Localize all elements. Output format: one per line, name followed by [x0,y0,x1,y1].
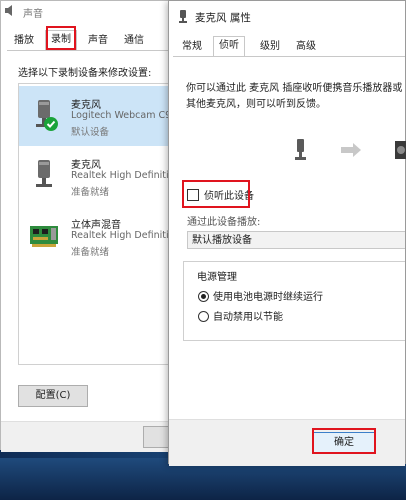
list-item-device[interactable]: 立体声混音 Realtek High Definitic 准备就绪 [19,206,175,266]
device-status: 准备就绪 [71,187,110,198]
device-detail: Logitech Webcam C9 [71,110,172,121]
tab-sounds[interactable]: 声音 [83,32,113,50]
device-status: 准备就绪 [71,247,110,258]
listen-description: 你可以通过此 麦克风 插座收听便携音乐播放器或其他麦克风，则可以听到反馈。 [186,83,403,110]
properties-tabs: 常规 侦听 级别 高级 [173,36,405,56]
ok-button[interactable]: 确定 [313,432,375,454]
power-option-auto-disable[interactable]: 自动禁用以节能 [198,308,283,323]
device-status: 默认设备 [71,127,110,138]
power-option-continue[interactable]: 使用电池电源时继续运行 [198,288,323,303]
device-name: 麦克风 [71,160,101,171]
tab-communications[interactable]: 通信 [119,32,149,50]
circuit-board-icon [30,226,58,247]
device-name: 麦克风 [71,100,101,111]
list-item-device[interactable]: 麦克风 Realtek High Definitic 准备就绪 [19,146,175,206]
recording-device-list[interactable]: 麦克风 Logitech Webcam C9 默认设备 麦克风 Realtek … [18,83,175,365]
playback-device-label: 通过此设备播放: [187,217,261,228]
device-detail: Realtek High Definitic [71,230,174,241]
listen-checkbox-label: 侦听此设备 [204,191,254,202]
sound-tabs: 播放 录制 声音 通信 [7,30,175,50]
microphone-icon [295,139,306,160]
playback-device-select[interactable]: 默认播放设备 [187,231,405,249]
listen-diagram [295,139,406,160]
radio-label: 使用电池电源时继续运行 [213,292,323,303]
speaker-icon [395,141,406,159]
sound-window-footer [1,421,183,452]
listen-checkbox-row[interactable]: 侦听此设备 [187,187,254,202]
device-name: 立体声混音 [71,220,121,231]
power-group-title: 电源管理 [194,268,240,283]
tab-listen[interactable]: 侦听 [213,36,245,56]
sound-window-titlebar: 声音 [1,1,175,21]
microphone-properties-window: 麦克风 属性 常规 侦听 级别 高级 你可以通过此 麦克风 插座收听便携音乐播放… [168,0,406,466]
tab-divider [173,56,405,57]
tab-recording[interactable]: 录制 [45,30,77,50]
arrow-right-icon [341,143,361,157]
list-item-device[interactable]: 麦克风 Logitech Webcam C9 默认设备 [19,86,175,146]
tab-levels[interactable]: 级别 [255,38,285,56]
listen-checkbox[interactable] [187,189,199,201]
tab-playback[interactable]: 播放 [9,32,39,50]
properties-footer: 确定 [169,419,405,466]
properties-titlebar: 麦克风 属性 [169,1,405,31]
radio-button[interactable] [198,291,209,302]
properties-title: 麦克风 属性 [195,12,251,24]
configure-button[interactable]: 配置(C) [18,385,88,407]
device-detail: Realtek High Definitic [71,170,174,181]
device-list-instruction: 选择以下录制设备来修改设置: [18,68,152,79]
microphone-icon [36,160,52,187]
tab-advanced[interactable]: 高级 [291,38,321,56]
speaker-icon [5,5,12,16]
tab-general[interactable]: 常规 [177,38,207,56]
sound-window: 声音 播放 录制 声音 通信 选择以下录制设备来修改设置: 麦克风 Logite… [0,0,183,452]
tab-divider [7,50,175,51]
power-management-group: 电源管理 使用电池电源时继续运行 自动禁用以节能 [183,261,405,341]
radio-button[interactable] [198,311,209,322]
microphone-icon [179,10,187,23]
sound-window-title: 声音 [23,9,43,20]
microphone-icon [36,100,58,131]
radio-label: 自动禁用以节能 [213,312,283,323]
